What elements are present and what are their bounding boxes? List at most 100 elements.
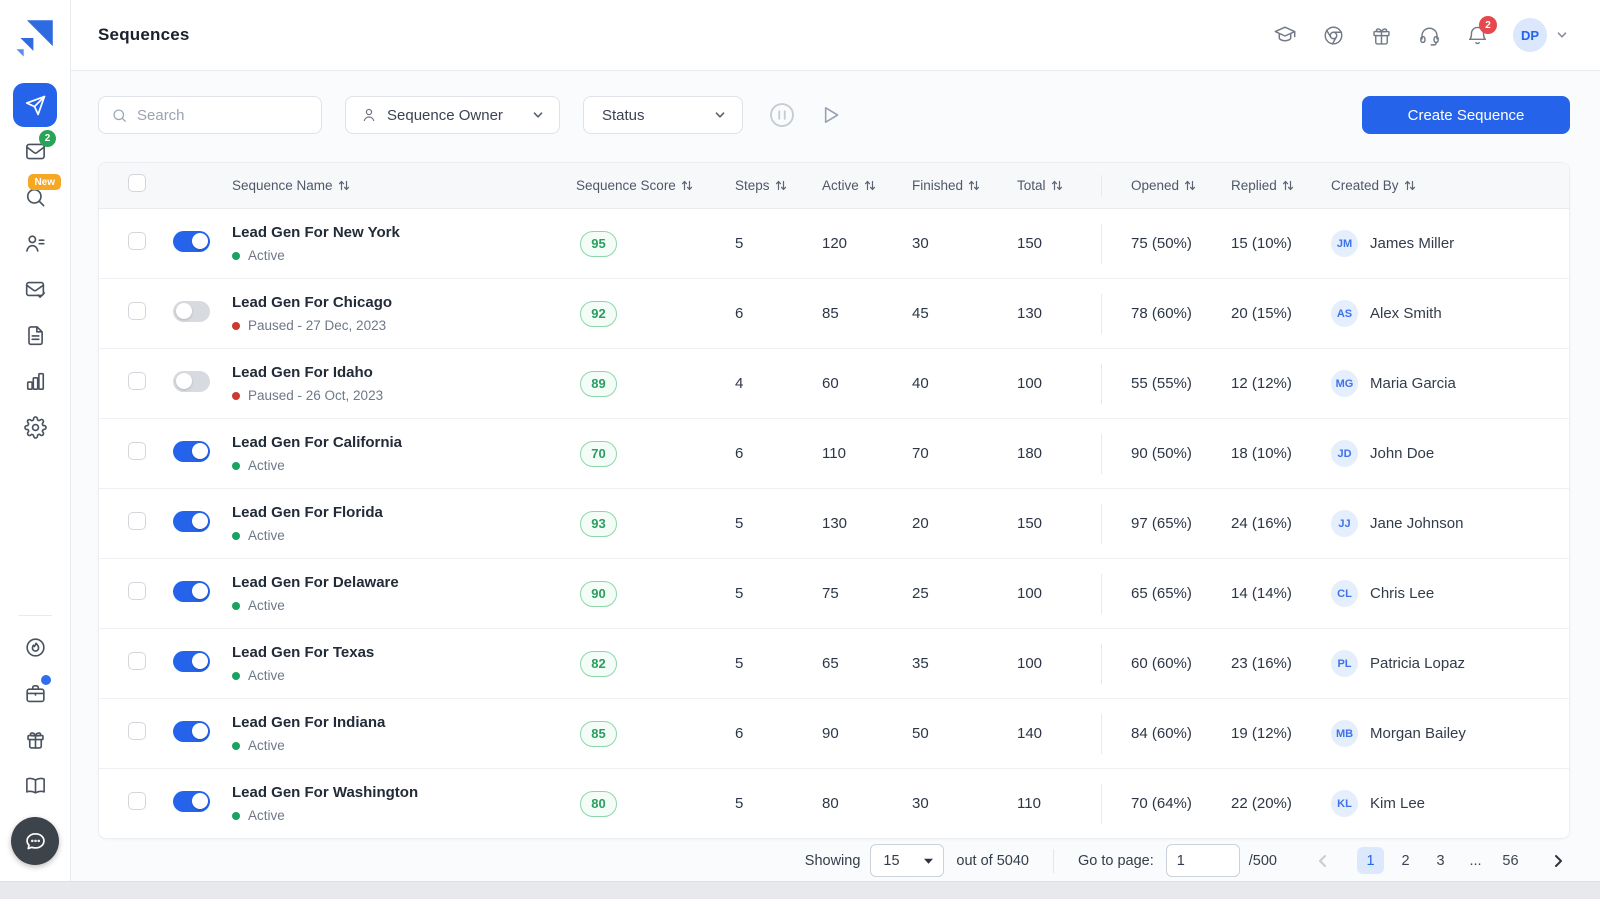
sequence-toggle[interactable] (173, 441, 210, 462)
sort-icon[interactable] (1051, 179, 1063, 192)
row-checkbox[interactable] (128, 582, 146, 600)
column-header-steps[interactable]: Steps (735, 178, 822, 193)
support-chat-button[interactable] (11, 817, 59, 865)
profile-menu-button[interactable] (1554, 27, 1570, 43)
play-selected-button[interactable] (815, 100, 845, 130)
sidebar-item-email-accounts[interactable] (13, 267, 57, 311)
sidebar-item-lead-finder[interactable]: New (13, 175, 57, 219)
sidebar-item-settings[interactable] (13, 405, 57, 449)
sort-icon[interactable] (338, 179, 350, 192)
page-number-button[interactable]: 56 (1497, 847, 1524, 874)
previous-page-button[interactable] (1311, 849, 1335, 873)
sequence-name[interactable]: Lead Gen For Texas (232, 644, 576, 661)
sequence-toggle[interactable] (173, 231, 210, 252)
sequence-toggle[interactable] (173, 511, 210, 532)
status-dot (232, 812, 240, 820)
sort-icon[interactable] (1282, 179, 1294, 192)
bar-chart-icon (24, 370, 47, 393)
page-number-button[interactable]: 1 (1357, 847, 1384, 874)
creator-name: Jane Johnson (1370, 515, 1463, 532)
table-row[interactable]: Lead Gen For Indiana Active 85 6 90 50 1… (99, 699, 1569, 769)
sequence-toggle[interactable] (173, 371, 210, 392)
sequence-toggle[interactable] (173, 301, 210, 322)
sequence-name[interactable]: Lead Gen For New York (232, 224, 576, 241)
column-header-opened[interactable]: Opened (1101, 178, 1231, 193)
select-all-checkbox[interactable] (128, 174, 146, 192)
page-number-button[interactable]: 3 (1427, 847, 1454, 874)
sort-icon[interactable] (681, 179, 693, 192)
sequence-name[interactable]: Lead Gen For Chicago (232, 294, 576, 311)
row-checkbox[interactable] (128, 792, 146, 810)
column-header-created-by[interactable]: Created By (1331, 178, 1569, 193)
row-checkbox[interactable] (128, 302, 146, 320)
table-row[interactable]: Lead Gen For Idaho Paused - 26 Oct, 2023… (99, 349, 1569, 419)
sequence-toggle[interactable] (173, 651, 210, 672)
sidebar-item-integrations[interactable] (13, 671, 57, 715)
sidebar-item-templates[interactable] (13, 313, 57, 357)
table-row[interactable]: Lead Gen For Delaware Active 90 5 75 25 … (99, 559, 1569, 629)
row-checkbox[interactable] (128, 232, 146, 250)
row-checkbox[interactable] (128, 372, 146, 390)
academy-button[interactable] (1273, 23, 1297, 47)
sequence-name[interactable]: Lead Gen For Indiana (232, 714, 576, 731)
sidebar-item-rewards[interactable] (13, 717, 57, 761)
notifications-button[interactable]: 2 (1465, 23, 1489, 47)
table-row[interactable]: Lead Gen For Washington Active 80 5 80 3… (99, 769, 1569, 839)
sequence-owner-filter[interactable]: Sequence Owner (345, 96, 560, 134)
browser-extension-button[interactable] (1321, 23, 1345, 47)
column-header-sequence-name[interactable]: Sequence Name (232, 178, 576, 193)
app-window: 2 New (0, 0, 1600, 881)
sequence-name[interactable]: Lead Gen For Florida (232, 504, 576, 521)
table-row[interactable]: Lead Gen For California Active 70 6 110 … (99, 419, 1569, 489)
sequence-name[interactable]: Lead Gen For Washington (232, 784, 576, 801)
rewards-button[interactable] (1369, 23, 1393, 47)
page-ellipsis: ... (1462, 847, 1489, 874)
status-filter[interactable]: Status (583, 96, 743, 134)
table-row[interactable]: Lead Gen For New York Active 95 5 120 30… (99, 209, 1569, 279)
column-header-replied[interactable]: Replied (1231, 178, 1331, 193)
create-sequence-button[interactable]: Create Sequence (1362, 96, 1570, 134)
column-header-sequence-score[interactable]: Sequence Score (576, 178, 735, 193)
sort-icon[interactable] (1404, 179, 1416, 192)
table-row[interactable]: Lead Gen For Texas Active 82 5 65 35 100… (99, 629, 1569, 699)
search-input[interactable] (137, 107, 309, 124)
next-page-button[interactable] (1546, 849, 1570, 873)
row-checkbox[interactable] (128, 652, 146, 670)
app-logo[interactable] (13, 15, 58, 60)
table-row[interactable]: Lead Gen For Florida Active 93 5 130 20 … (99, 489, 1569, 559)
column-header-active[interactable]: Active (822, 178, 912, 193)
row-checkbox[interactable] (128, 722, 146, 740)
sort-icon[interactable] (968, 179, 980, 192)
sidebar-item-contacts[interactable] (13, 221, 57, 265)
column-header-finished[interactable]: Finished (912, 178, 1017, 193)
user-avatar[interactable]: DP (1513, 18, 1547, 52)
mail-check-icon (24, 278, 47, 301)
page-size-select[interactable]: 15 (870, 844, 944, 877)
sequence-toggle[interactable] (173, 791, 210, 812)
table-row[interactable]: Lead Gen For Chicago Paused - 27 Dec, 20… (99, 279, 1569, 349)
page-number-button[interactable]: 2 (1392, 847, 1419, 874)
sort-icon[interactable] (775, 179, 787, 192)
sort-icon[interactable] (1184, 179, 1196, 192)
sequence-toggle[interactable] (173, 581, 210, 602)
sidebar-item-analytics[interactable] (13, 359, 57, 403)
sequence-name[interactable]: Lead Gen For Idaho (232, 364, 576, 381)
sort-icon[interactable] (864, 179, 876, 192)
column-header-total[interactable]: Total (1017, 178, 1101, 193)
sidebar-item-sequences[interactable] (13, 83, 57, 127)
goto-page-input[interactable] (1166, 844, 1240, 877)
sequence-score-badge: 90 (580, 581, 617, 607)
sequence-name[interactable]: Lead Gen For Delaware (232, 574, 576, 591)
sidebar-item-whats-new[interactable] (13, 625, 57, 669)
sequence-name[interactable]: Lead Gen For California (232, 434, 576, 451)
pause-selected-button[interactable] (767, 100, 797, 130)
row-checkbox[interactable] (128, 442, 146, 460)
sequence-toggle[interactable] (173, 721, 210, 742)
status-label: Active (248, 248, 285, 263)
row-checkbox[interactable] (128, 512, 146, 530)
creator-avatar: PL (1331, 650, 1358, 677)
toggle-knob (192, 793, 208, 809)
sidebar-item-docs[interactable] (13, 763, 57, 807)
sidebar-item-inbox[interactable]: 2 (13, 129, 57, 173)
support-button[interactable] (1417, 23, 1441, 47)
